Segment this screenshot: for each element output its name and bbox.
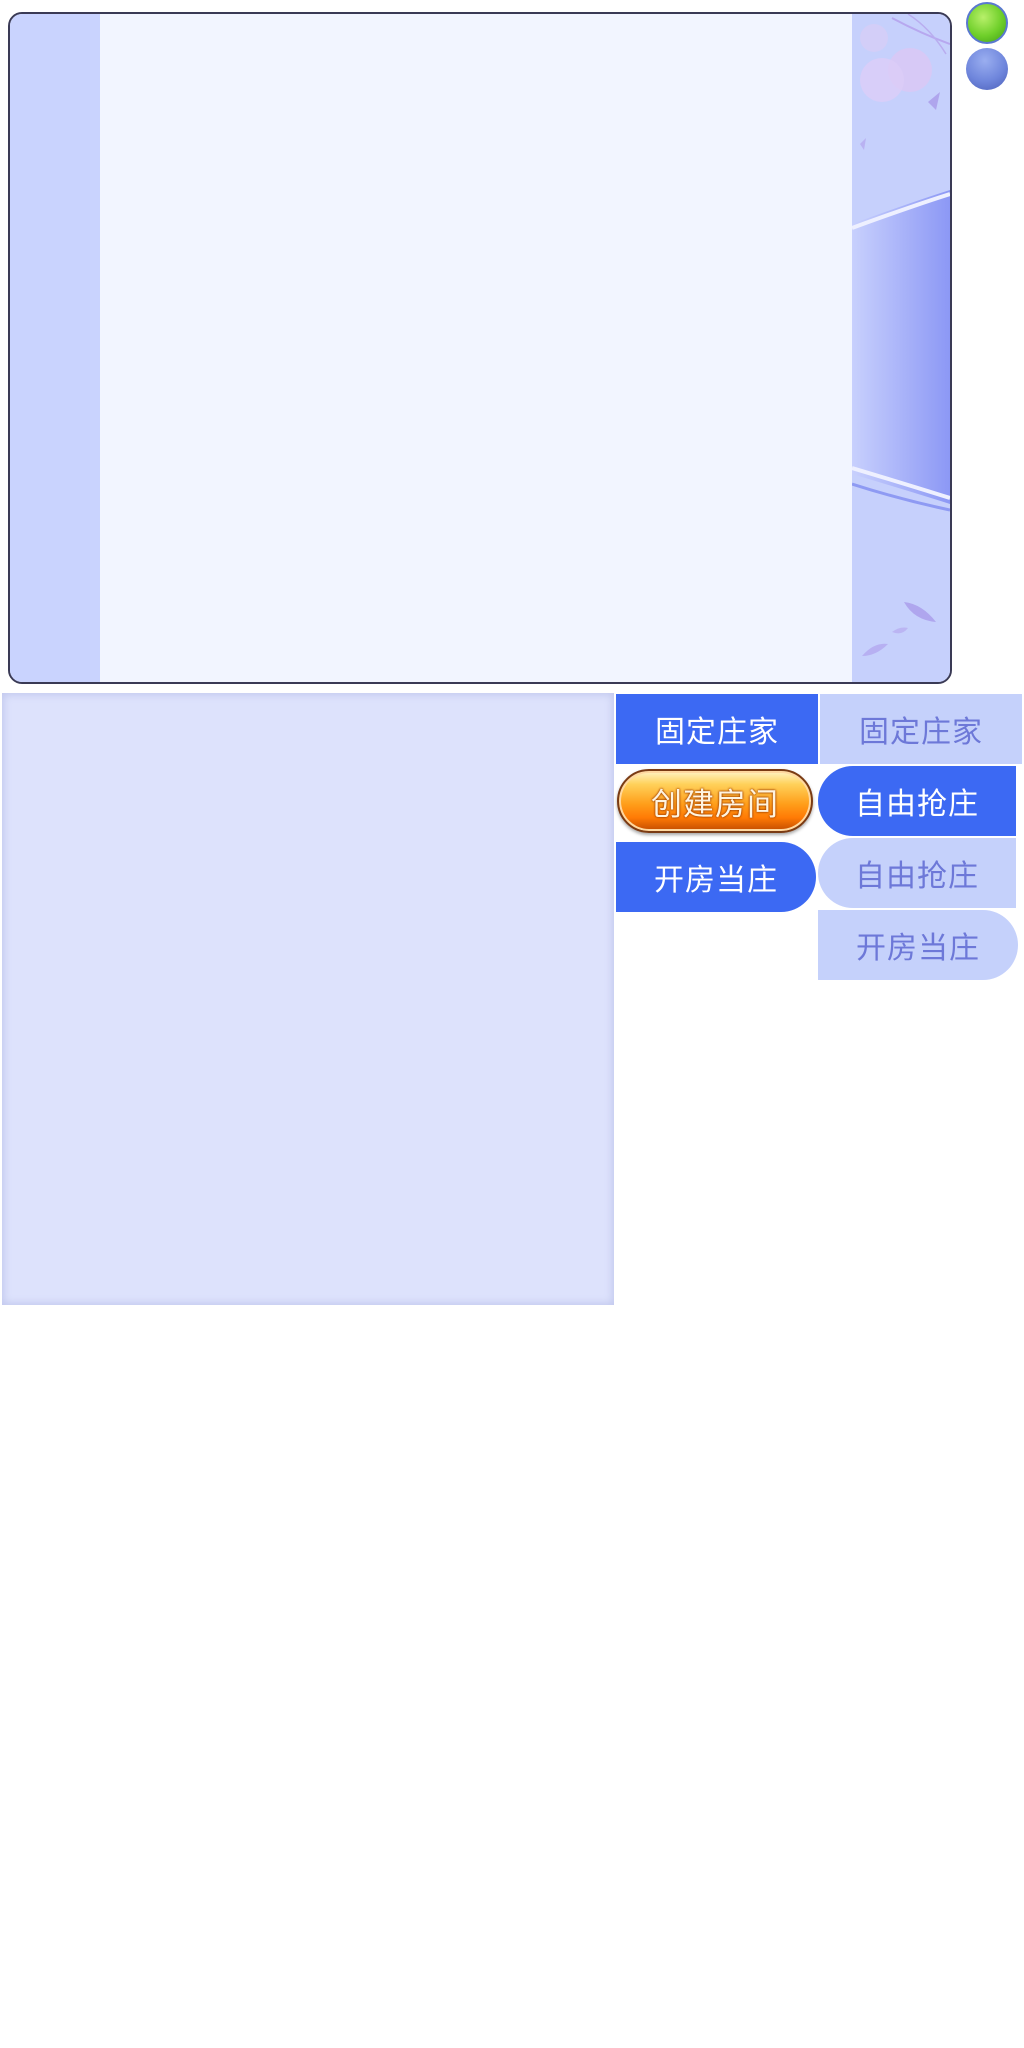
fixed-banker-tab-active[interactable]: 固定庄家	[616, 694, 818, 764]
open-room-banker-label: 开房当庄	[856, 931, 980, 966]
open-room-banker-tab-inactive[interactable]: 开房当庄	[818, 910, 1018, 980]
panel-right-decoration	[852, 14, 950, 682]
sprite-sheet: 固定庄家 固定庄家 创建房间 自由抢庄 开房当庄 自由抢庄 开房当庄	[0, 0, 1024, 2048]
fixed-banker-label: 固定庄家	[655, 715, 779, 750]
free-grab-label: 自由抢庄	[855, 787, 979, 822]
open-room-banker-tab-active[interactable]: 开房当庄	[616, 842, 816, 912]
decorative-flourish-icon	[852, 14, 950, 656]
panel-content-area	[100, 14, 852, 682]
green-orb-icon[interactable]	[966, 2, 1008, 44]
open-room-banker-label: 开房当庄	[654, 863, 778, 898]
panel-left-strip	[10, 14, 100, 682]
create-room-label: 创建房间	[651, 786, 779, 823]
main-panel	[8, 12, 952, 684]
free-grab-label: 自由抢庄	[855, 859, 979, 894]
fixed-banker-label: 固定庄家	[859, 715, 983, 750]
lower-content-pane	[2, 693, 614, 1305]
create-room-button[interactable]: 创建房间	[617, 769, 813, 833]
fixed-banker-tab-inactive[interactable]: 固定庄家	[820, 694, 1022, 764]
free-grab-banker-tab-active[interactable]: 自由抢庄	[818, 766, 1016, 836]
blue-orb-icon[interactable]	[966, 48, 1008, 90]
free-grab-banker-tab-inactive[interactable]: 自由抢庄	[818, 838, 1016, 908]
